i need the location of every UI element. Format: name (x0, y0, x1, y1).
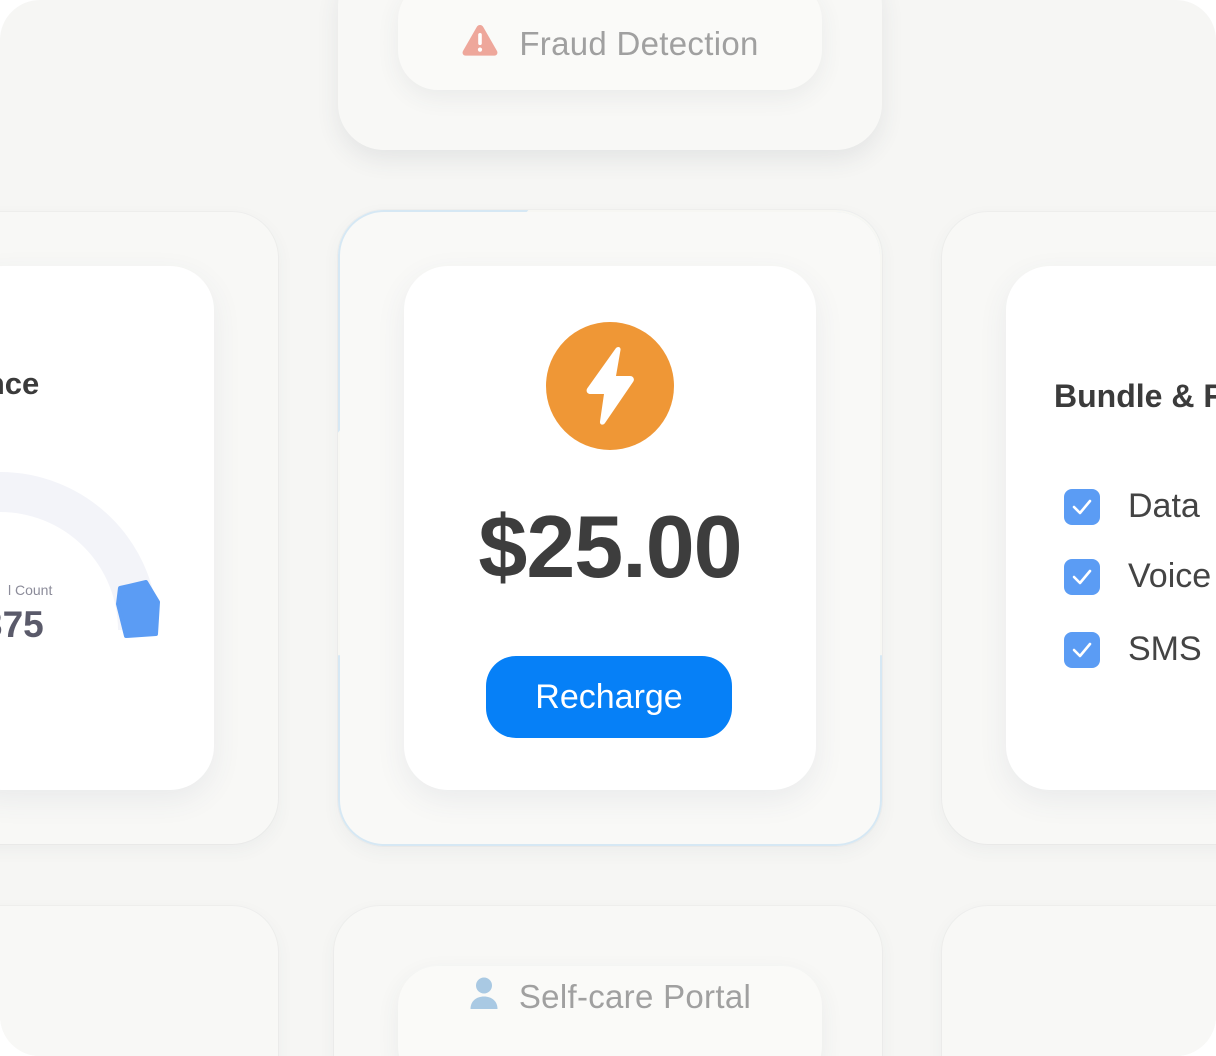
count-label: l Count (8, 582, 53, 598)
balance-card-title: lance (0, 366, 40, 401)
count-value: 375 (0, 604, 44, 645)
user-icon (469, 976, 499, 1018)
self-care-portal-pill[interactable]: Self-care Portal (398, 966, 822, 1056)
bundle-card-title: Bundle & F (1054, 378, 1216, 414)
bundle-item-sms[interactable]: SMS (1064, 630, 1202, 669)
bundle-item-label: Voice (1128, 557, 1212, 595)
checkbox-checked-icon[interactable] (1064, 488, 1100, 525)
warning-icon (461, 23, 499, 65)
bundle-item-data[interactable]: Data (1064, 487, 1200, 526)
bundle-item-label: SMS (1128, 630, 1202, 668)
gauge-fill (116, 580, 160, 638)
recharge-button[interactable]: Recharge (486, 656, 732, 738)
fraud-detection-pill[interactable]: Fraud Detection (398, 0, 822, 90)
fraud-detection-label: Fraud Detection (519, 25, 759, 62)
bottom-right-tile (942, 906, 1216, 1056)
lightning-bolt-icon (546, 322, 674, 450)
self-care-portal-label: Self-care Portal (518, 978, 752, 1015)
feature-showcase-board: Fraud Detection lance l Count 375 $25.00… (0, 0, 1216, 1056)
recharge-amount: $25.00 (478, 497, 742, 596)
bundle-card (1006, 266, 1216, 790)
bundle-item-label: Data (1128, 487, 1200, 525)
checkbox-checked-icon[interactable] (1064, 631, 1100, 668)
bottom-left-tile (0, 906, 278, 1056)
bundle-item-voice[interactable]: Voice (1064, 557, 1211, 596)
checkbox-checked-icon[interactable] (1064, 558, 1100, 595)
